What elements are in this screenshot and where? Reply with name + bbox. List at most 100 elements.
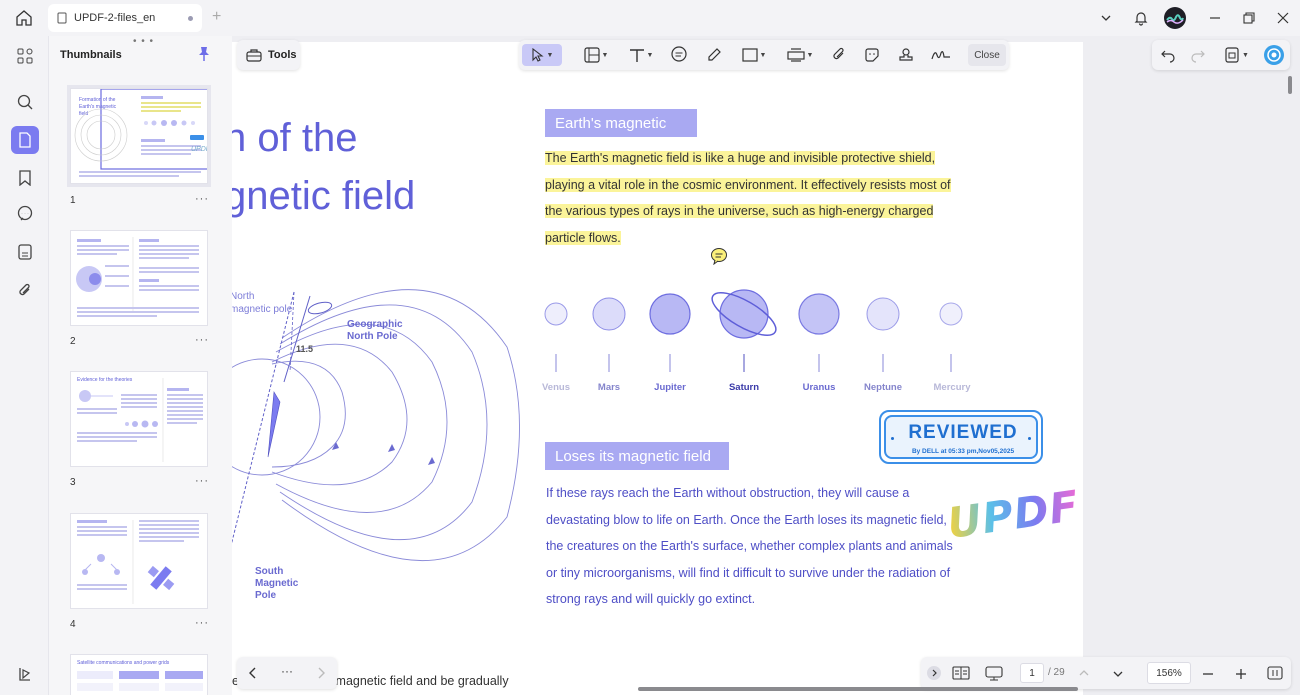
page-number-input[interactable]: 1 [1020,663,1044,683]
highlighted-text[interactable]: playing a vital role in the cosmic envir… [545,177,951,192]
planet-label-jupiter: Jupiter [654,382,686,393]
pencil-tool[interactable] [703,44,725,66]
para-line: the creatures on the Earth's surface, wh… [546,539,953,553]
comments-icon[interactable] [11,200,39,228]
thumbnail-page-3[interactable]: Evidence for the theories [70,371,208,467]
ai-assistant-icon[interactable] [1264,45,1284,65]
comment-tool[interactable] [668,44,690,66]
home-icon[interactable] [10,6,38,30]
thumbnails-title: Thumbnails [60,49,122,61]
text-box-icon [583,47,600,63]
shape-tool[interactable]: ▼ [736,44,772,66]
geo-north-label: Geographic [347,319,403,330]
thumbnails-icon[interactable] [11,126,39,154]
zoom-level[interactable]: 156% [1147,662,1191,684]
select-tool[interactable]: ▼ [522,44,562,66]
planet-label-venus: Venus [542,382,570,393]
thumbnail-page-1[interactable]: Formation of the Earth's magnetic field … [70,88,208,184]
text-tool[interactable]: ▼ [623,44,659,66]
south-label: South [255,566,284,577]
stamp-subtitle: By DELL at 05:33 pm,Nov05,2025 [911,448,1015,455]
planet-label-saturn: Saturn [728,382,760,393]
redo-icon[interactable] [1190,47,1206,68]
undo-icon[interactable] [1160,47,1176,68]
thumbnail-preview [77,671,203,691]
reviewed-stamp[interactable]: REVIEWED By DELL at 05:33 pm,Nov05,2025 [879,410,1043,464]
bell-icon[interactable] [1130,6,1152,30]
document-viewport[interactable]: n of the gnetic field North magnetic pol… [232,36,1300,695]
chevron-down-icon: ▼ [546,51,554,59]
close-annotation-button[interactable]: Close [968,44,1006,66]
vertical-scrollbar[interactable] [1288,76,1292,94]
restore-icon[interactable] [1240,6,1258,30]
chevron-down-icon: ▼ [601,51,609,59]
highlighted-text[interactable]: particle flows. [545,230,621,245]
thumbnail-page-number: 4 [70,619,76,630]
thumbnail-page-4[interactable] [70,513,208,609]
pin-icon[interactable] [197,46,211,67]
tools-button[interactable]: Tools [237,40,300,70]
total-pages: / 29 [1048,667,1065,678]
attachment-icon[interactable] [11,276,39,304]
paragraph-loses-magnetic-field: If these rays reach the Earth without ob… [546,480,966,613]
bookmark-icon[interactable] [11,164,39,192]
thumbnail-page-5[interactable]: Satellite communications and power grids [70,654,208,695]
comment-icon [671,46,687,62]
toolbox-icon [246,49,262,62]
more-icon[interactable]: ··· [281,664,293,678]
grid-view-icon[interactable] [11,42,39,70]
page-title-line-2: gnetic field [232,174,416,218]
document-tab[interactable]: UPDF-2-files_en [48,4,202,32]
chevron-down-icon[interactable] [1096,6,1116,30]
add-tab-icon[interactable]: + [212,8,221,26]
text-t-icon [629,49,644,62]
collapse-icon[interactable] [927,666,941,680]
zoom-in-icon[interactable] [1235,667,1247,685]
para-line: playing a vital role in the cosmic envir… [545,172,965,199]
previous-page-icon[interactable] [247,666,259,685]
drag-handle[interactable]: • • • [133,36,154,47]
thumbnail-page-number: 1 [70,195,76,206]
thumbnail-more-icon[interactable]: ··· [195,334,209,346]
north-label: North [232,291,255,302]
chevron-down-icon: ▼ [646,51,654,59]
signature-stamp-tool[interactable] [895,44,917,66]
minimize-icon[interactable] [1206,6,1224,30]
thumbnail-more-icon[interactable]: ··· [195,617,209,629]
rectangle-icon [741,48,758,62]
history-toolbar: ▼ [1152,40,1290,70]
thumbnail-page-2[interactable] [70,230,208,326]
horizontal-scrollbar[interactable] [638,687,1078,691]
close-window-icon[interactable] [1274,6,1292,30]
text-box-tool[interactable]: ▼ [578,44,614,66]
next-page-down-icon[interactable] [1112,667,1124,685]
attachment-tool[interactable] [828,44,850,66]
signature-tool[interactable] [928,44,954,66]
thumbnail-more-icon[interactable]: ··· [195,475,209,487]
pdf-page: n of the gnetic field North magnetic pol… [232,42,1083,695]
next-page-icon[interactable] [315,666,327,685]
planet-label-neptune: Neptune [864,382,902,393]
stamp-title: REVIEWED [908,422,1018,443]
highlighted-text[interactable]: the various types of rays in the univers… [545,204,934,218]
fit-page-icon[interactable] [1267,665,1283,686]
avatar[interactable] [1164,7,1186,29]
stamp-list-icon[interactable] [11,238,39,266]
layers-icon[interactable] [11,660,39,688]
stamp-tool[interactable]: ▼ [781,44,819,66]
thumbnail-more-icon[interactable]: ··· [195,193,209,205]
reading-mode-icon[interactable] [952,665,970,686]
comment-note-icon[interactable] [710,247,728,270]
sticker-tool[interactable] [861,44,883,66]
para-line: particle flows. [545,225,965,252]
highlighted-text[interactable]: The Earth's magnetic field is like a hug… [545,151,936,165]
presentation-icon[interactable] [985,665,1003,686]
thumbnail-page-number: 2 [70,336,76,347]
thumbnail-preview [76,237,199,317]
pencil-icon [708,48,721,61]
para-line: or tiny microorganisms, will find it dif… [546,565,951,580]
zoom-out-icon[interactable] [1202,667,1214,685]
previous-page-up-icon[interactable] [1078,666,1090,684]
save-button[interactable]: ▼ [1224,47,1249,63]
search-icon[interactable] [11,88,39,116]
